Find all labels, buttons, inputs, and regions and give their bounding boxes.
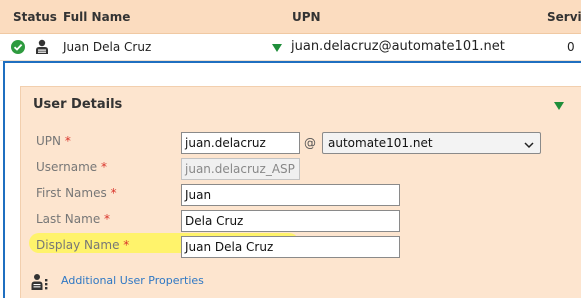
column-service[interactable]: Servic bbox=[547, 10, 581, 24]
username-input: juan.delacruz_ASP bbox=[181, 158, 300, 180]
upn-label: UPN * bbox=[36, 134, 71, 148]
panel-title: User Details bbox=[33, 97, 123, 112]
user-properties-icon[interactable] bbox=[31, 273, 49, 291]
row-upn: juan.delacruz@automate101.net bbox=[291, 39, 505, 54]
additional-user-properties-link[interactable]: Additional User Properties bbox=[61, 274, 204, 287]
table-row[interactable]: Juan Dela Cruz juan.delacruz@automate101… bbox=[0, 34, 581, 61]
row-full-name: Juan Dela Cruz bbox=[63, 40, 152, 54]
display-name-label: Display Name * bbox=[36, 238, 130, 252]
last-name-input[interactable]: Dela Cruz bbox=[181, 210, 400, 232]
user-icon bbox=[35, 39, 49, 55]
user-details-panel: User Details UPN * juan.delacruz @ autom… bbox=[20, 86, 581, 298]
domain-select[interactable]: automate101.net bbox=[322, 132, 541, 154]
domain-select-value: automate101.net bbox=[328, 136, 433, 150]
collapse-icon[interactable] bbox=[554, 102, 564, 110]
chevron-down-icon bbox=[524, 137, 534, 157]
table-header: Status Full Name UPN Servic bbox=[0, 0, 581, 34]
row-service-count: 0 bbox=[567, 40, 575, 54]
last-name-label: Last Name * bbox=[36, 212, 111, 226]
column-status[interactable]: Status bbox=[13, 10, 57, 24]
username-label: Username * bbox=[36, 160, 107, 174]
first-names-input[interactable]: Juan bbox=[181, 184, 400, 206]
first-names-label: First Names * bbox=[36, 186, 117, 200]
upn-input[interactable]: juan.delacruz bbox=[181, 132, 300, 154]
details-frame: User Details UPN * juan.delacruz @ autom… bbox=[3, 61, 581, 298]
display-name-input[interactable]: Juan Dela Cruz bbox=[181, 236, 400, 258]
column-full-name[interactable]: Full Name bbox=[63, 10, 130, 24]
check-circle-icon bbox=[11, 40, 25, 54]
at-symbol: @ bbox=[304, 136, 316, 150]
column-upn[interactable]: UPN bbox=[292, 10, 321, 24]
row-expand-icon[interactable] bbox=[272, 44, 282, 52]
